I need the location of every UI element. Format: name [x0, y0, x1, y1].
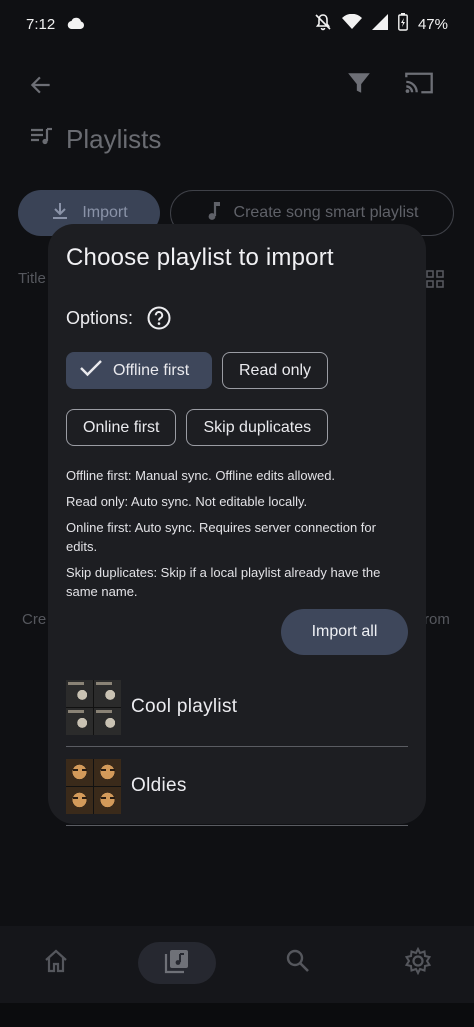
playlist-cover-art: [66, 679, 121, 735]
import-playlist-dialog: Choose playlist to import Options: Offli…: [48, 224, 426, 826]
playlist-name: Cool playlist: [131, 696, 238, 717]
wifi-icon: [341, 13, 362, 34]
music-note-icon: [206, 200, 222, 227]
dialog-title: Choose playlist to import: [66, 244, 334, 271]
options-row: Options:: [66, 306, 408, 330]
description-online-first: Online first: Auto sync. Requires server…: [66, 520, 376, 554]
import-all-button[interactable]: Import all: [281, 609, 408, 655]
page-title-row: Playlists: [30, 124, 161, 155]
search-icon: [285, 948, 311, 979]
chip-label: Online first: [83, 418, 160, 436]
top-app-bar: [0, 66, 474, 106]
home-icon: [43, 949, 69, 978]
signal-icon: [371, 14, 388, 34]
playlist-list: Cool playlist Oldies: [66, 673, 408, 826]
filter-icon[interactable]: [346, 70, 372, 101]
options-chips: Offline first Read only Online first Ski…: [66, 352, 366, 446]
nav-search[interactable]: [276, 942, 320, 984]
options-descriptions: Offline first: Manual sync. Offline edit…: [66, 466, 408, 601]
nav-library[interactable]: [138, 942, 216, 984]
cast-icon[interactable]: [404, 70, 434, 101]
status-time: 7:12: [26, 15, 56, 33]
chip-skip-duplicates[interactable]: Skip duplicates: [186, 409, 329, 446]
list-item[interactable]: Oldies: [66, 752, 408, 820]
download-icon: [50, 201, 70, 226]
options-label: Options:: [66, 307, 134, 328]
back-arrow-icon[interactable]: [28, 72, 54, 103]
screen: 7:12 47% Playlists Import Create song sm…: [0, 0, 474, 1027]
import-button-label: Import: [82, 204, 128, 221]
cloud-icon: [67, 16, 85, 33]
chip-label: Read only: [239, 361, 312, 379]
chip-offline-first[interactable]: Offline first: [66, 352, 212, 389]
status-bar: 7:12 47%: [0, 0, 474, 48]
empty-state-text-left: Cre: [22, 611, 47, 628]
column-header-title: Title: [18, 270, 46, 287]
nav-home[interactable]: [34, 942, 78, 984]
gear-icon: [404, 946, 432, 980]
check-icon: [79, 359, 103, 382]
playlist-icon: [30, 127, 54, 152]
chip-label: Offline first: [113, 361, 190, 379]
grid-view-icon[interactable]: [426, 270, 444, 293]
playlist-name: Oldies: [131, 775, 187, 796]
list-item[interactable]: Cool playlist: [66, 673, 408, 741]
import-all-row: Import all: [66, 609, 408, 655]
description-skip-duplicates: Skip duplicates: Skip if a local playlis…: [66, 565, 381, 599]
description-read-only: Read only: Auto sync. Not editable local…: [66, 494, 308, 509]
page-title: Playlists: [66, 124, 162, 154]
create-smart-playlist-label: Create song smart playlist: [233, 204, 419, 221]
library-music-icon: [164, 948, 190, 979]
help-icon[interactable]: [147, 306, 171, 330]
playlist-cover-art: [66, 758, 121, 814]
description-offline-first: Offline first: Manual sync. Offline edit…: [66, 468, 336, 483]
divider: [66, 825, 408, 826]
divider: [66, 746, 408, 747]
bottom-navigation: [0, 926, 474, 1003]
nav-settings[interactable]: [396, 942, 440, 984]
chip-online-first[interactable]: Online first: [66, 409, 177, 446]
chip-read-only[interactable]: Read only: [222, 352, 329, 389]
empty-state-text-right: rom: [424, 611, 450, 628]
notifications-off-icon: [314, 13, 332, 35]
gesture-bar-area: [0, 1003, 474, 1027]
battery-charging-icon: [398, 13, 408, 35]
chip-label: Skip duplicates: [203, 418, 312, 436]
battery-percent: 47%: [417, 15, 448, 33]
